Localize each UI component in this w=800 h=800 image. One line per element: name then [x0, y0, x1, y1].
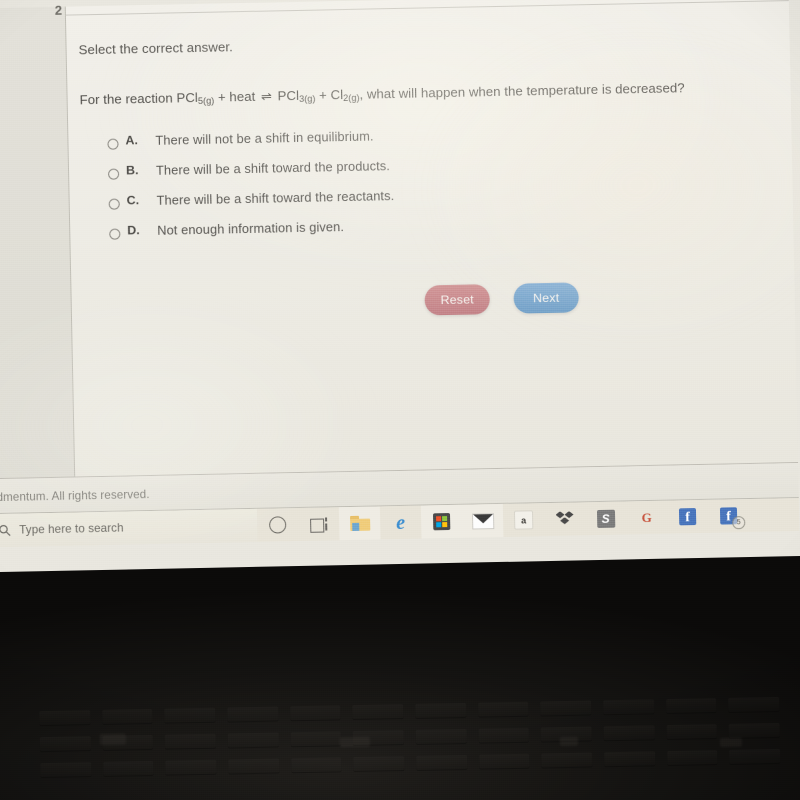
amazon-icon[interactable]: a [503, 503, 545, 537]
laptop-photo: 2 Select the correct answer. For the rea… [0, 0, 800, 800]
option-letter-a: A. [125, 133, 139, 148]
notification-badge: 5 [732, 516, 746, 530]
dropbox-icon[interactable] [544, 502, 586, 536]
skype-glyph-icon: S [596, 509, 615, 528]
search-icon [0, 521, 13, 539]
option-letter-b: B. [125, 163, 139, 178]
question-lead: For the reaction PCl [79, 89, 199, 108]
option-text-a: There will not be a shift in equilibrium… [155, 128, 374, 148]
radio-button-a[interactable] [107, 138, 119, 150]
radio-button-d[interactable] [109, 228, 121, 240]
folder-icon [349, 515, 370, 532]
next-button[interactable]: Next [513, 282, 579, 314]
google-glyph-icon: G [641, 509, 652, 525]
facebook-glyph-icon: f [678, 508, 697, 526]
task-view-icon[interactable] [298, 507, 340, 541]
cortana-icon[interactable] [257, 508, 299, 542]
mail-icon[interactable] [461, 503, 504, 538]
question-subscript-2: 3(g) [299, 93, 316, 104]
question-mid-2: PCl [273, 87, 300, 104]
laptop-keyboard [39, 693, 781, 800]
dropbox-box-icon [555, 511, 573, 527]
microsoft-store-icon[interactable] [420, 504, 463, 539]
question-mid-3: + Cl [315, 87, 344, 103]
page-left-gutter [0, 6, 75, 515]
action-buttons: Reset Next [424, 282, 579, 316]
envelope-icon [471, 512, 494, 530]
option-letter-d: D. [127, 223, 140, 238]
instruction-text: Select the correct answer. [78, 39, 234, 58]
answer-options: A. There will not be a shift in equilibr… [107, 123, 669, 254]
reset-button[interactable]: Reset [424, 284, 491, 316]
amazon-glyph-icon: a [513, 510, 534, 530]
file-explorer-icon[interactable] [338, 506, 381, 541]
google-icon[interactable]: G [626, 501, 668, 535]
store-bag-icon [432, 512, 451, 531]
radio-button-b[interactable] [108, 168, 120, 180]
option-text-d: Not enough information is given. [157, 219, 345, 238]
edge-icon[interactable]: e [380, 506, 422, 540]
laptop-screen: 2 Select the correct answer. For the rea… [0, 0, 800, 573]
edge-glyph-icon: e [395, 511, 406, 534]
skype-icon[interactable]: S [585, 501, 627, 535]
facebook-icon[interactable]: f [667, 500, 709, 534]
question-mid-1: + heat [214, 88, 260, 105]
radio-button-c[interactable] [108, 198, 120, 210]
cortana-circle-icon [269, 516, 287, 534]
question-subscript-3: 2(g) [343, 92, 360, 104]
taskbar-search-box[interactable]: Type here to search [0, 508, 258, 548]
option-letter-c: C. [126, 193, 140, 208]
question-subscript-1: 5(g) [197, 95, 215, 106]
task-view-glyph-icon [310, 516, 328, 533]
page-number: 2 [54, 2, 63, 18]
taskbar-search-placeholder: Type here to search [19, 521, 124, 537]
equilibrium-arrow-icon: ⇌ [260, 88, 273, 104]
facebook-icon-2[interactable]: f 5 [708, 499, 750, 533]
